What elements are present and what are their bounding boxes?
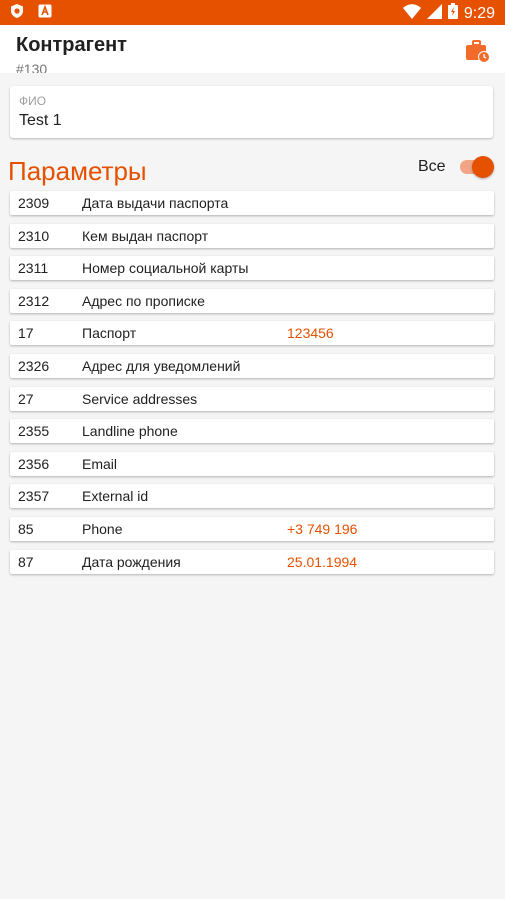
param-row[interactable]: 2311 Номер социальной карты — [10, 256, 494, 281]
param-id: 17 — [18, 325, 34, 342]
param-row[interactable]: 2356 Email — [10, 451, 494, 476]
wifi-icon — [402, 3, 421, 24]
page-subtitle: #130 — [16, 61, 48, 73]
param-name: Адрес для уведомлений — [82, 357, 241, 374]
param-row[interactable]: 85 Phone +3 749 196 — [10, 516, 494, 541]
param-row[interactable]: 2309 Дата выдачи паспорта — [10, 191, 494, 215]
fio-label: ФИО — [19, 94, 47, 108]
param-row[interactable]: 17 Паспорт 123456 — [10, 321, 494, 346]
param-row[interactable]: 2310 Кем выдан паспорт — [10, 223, 494, 248]
param-name: Landline phone — [82, 423, 178, 440]
param-id: 2310 — [18, 227, 50, 244]
param-id: 2311 — [18, 260, 49, 277]
status-bar: 9:29 — [0, 0, 505, 25]
param-row[interactable]: 2326 Адрес для уведомлений — [10, 353, 494, 378]
param-name: Phone — [82, 520, 123, 537]
shield-icon — [10, 4, 24, 18]
status-bar-notifications — [10, 4, 52, 18]
param-value: +3 749 196 — [287, 520, 358, 537]
status-bar-system: 9:29 — [402, 3, 495, 24]
all-toggle[interactable] — [458, 156, 494, 178]
param-id: 85 — [18, 520, 34, 537]
a-box-icon — [38, 4, 52, 18]
param-row[interactable]: 27 Service addresses — [10, 386, 494, 411]
param-value: 123456 — [287, 325, 334, 342]
param-row[interactable]: 2355 Landline phone — [10, 419, 494, 444]
briefcase-clock-icon — [466, 40, 490, 63]
toggle-thumb — [472, 156, 494, 178]
param-name: Номер социальной карты — [82, 260, 249, 277]
param-id: 2357 — [18, 488, 50, 505]
param-name: Паспорт — [82, 325, 137, 342]
briefcase-clock-button[interactable] — [465, 38, 491, 64]
param-name: Дата рождения — [82, 553, 181, 570]
param-name: Дата выдачи паспорта — [82, 195, 229, 211]
param-name: External id — [82, 488, 149, 505]
params-section-title: Параметры — [8, 156, 147, 186]
param-name: Адрес по прописке — [82, 292, 205, 309]
param-id: 27 — [18, 390, 34, 407]
param-id: 2356 — [18, 455, 50, 472]
signal-icon — [426, 3, 442, 24]
param-row[interactable]: 87 Дата рождения 25.01.1994 — [10, 549, 494, 574]
param-id: 87 — [18, 553, 34, 570]
param-id: 2309 — [18, 195, 50, 211]
all-toggle-label: Все — [418, 158, 446, 175]
param-id: 2326 — [18, 357, 50, 374]
param-name: Email — [82, 455, 118, 472]
param-name: Service addresses — [82, 390, 198, 407]
battery-icon — [447, 3, 458, 24]
param-id: 2312 — [18, 292, 50, 309]
clock-text: 9:29 — [463, 4, 495, 22]
fio-value: Test 1 — [19, 112, 62, 129]
param-value: 25.01.1994 — [287, 553, 358, 570]
fio-field[interactable]: ФИО Test 1 — [10, 86, 493, 138]
param-row[interactable]: 2312 Адрес по прописке — [10, 288, 494, 313]
app-bar: Контрагент #130 — [0, 25, 505, 73]
param-name: Кем выдан паспорт — [82, 227, 209, 244]
params-list: 2309 Дата выдачи паспорта 2310 Кем выдан… — [10, 191, 494, 582]
param-row[interactable]: 2357 External id — [10, 484, 494, 509]
page-title: Контрагент — [16, 34, 127, 56]
param-id: 2355 — [18, 423, 50, 440]
